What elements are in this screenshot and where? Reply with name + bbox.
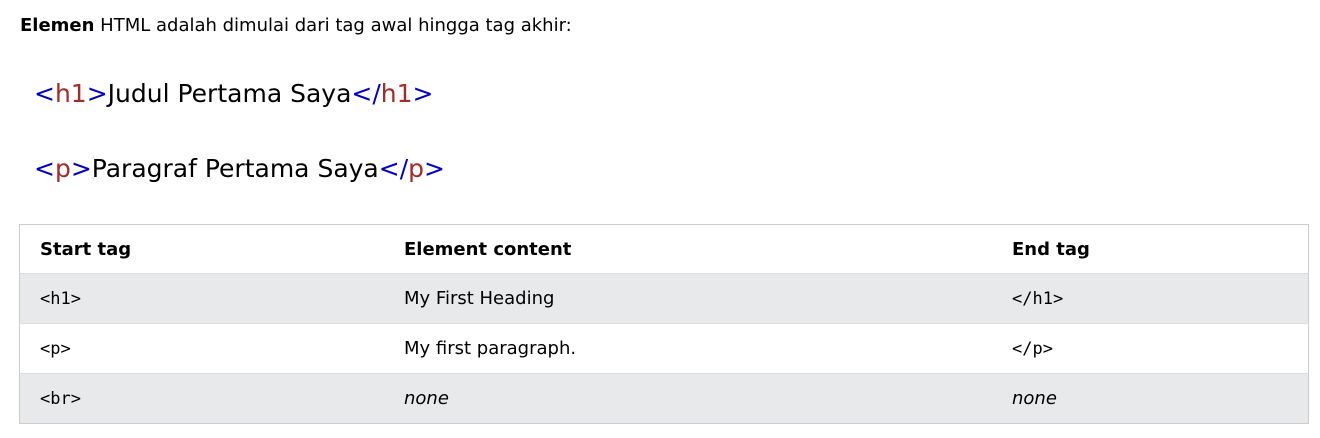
intro-rest: HTML adalah dimulai dari tag awal hingga… [94,15,572,36]
cell-end-tag: none [1012,388,1057,409]
cell-element-content: none [404,388,449,409]
header-end-tag: End tag [1012,238,1090,260]
open-tag-name: p [54,154,71,183]
table-row: <p> My first paragraph. </p> [19,323,1309,374]
close-bracket-end: > [424,154,445,183]
cell-start-tag: <br> [40,388,81,409]
close-tag-name: p [408,154,425,183]
open-bracket: < [34,79,55,108]
header-start-tag: Start tag [40,238,132,260]
intro-bold: Elemen [20,15,95,36]
code-example-h1: <h1>Judul Pertama Saya</h1> [34,77,433,111]
cell-end-tag: </p> [1012,338,1053,359]
close-bracket-end: > [412,79,434,108]
intro-text: Elemen HTML adalah dimulai dari tag awal… [20,14,572,38]
table-row: <br> none none [19,373,1309,424]
code-example-p: <p>Paragraf Pertama Saya</p> [34,152,445,186]
cell-element-content: My first paragraph. [404,338,577,359]
close-bracket: </ [351,79,381,108]
cell-end-tag: </h1> [1012,288,1064,309]
element-content: Judul Pertama Saya [107,79,352,108]
cell-start-tag: <p> [40,338,71,359]
open-bracket-close: > [70,154,92,183]
header-element-content: Element content [404,238,572,260]
open-bracket: < [34,154,55,183]
open-bracket-close: > [86,79,108,108]
element-reference-table: Start tag Element content End tag <h1> M… [19,224,1309,424]
cell-element-content: My First Heading [404,288,555,309]
table-row: <h1> My First Heading </h1> [19,273,1309,324]
element-content: Paragraf Pertama Saya [91,154,379,183]
cell-start-tag: <h1> [40,288,81,309]
close-tag-name: h1 [380,79,413,108]
close-bracket: </ [378,154,409,183]
open-tag-name: h1 [54,79,87,108]
table-header-row: Start tag Element content End tag [20,225,1309,274]
